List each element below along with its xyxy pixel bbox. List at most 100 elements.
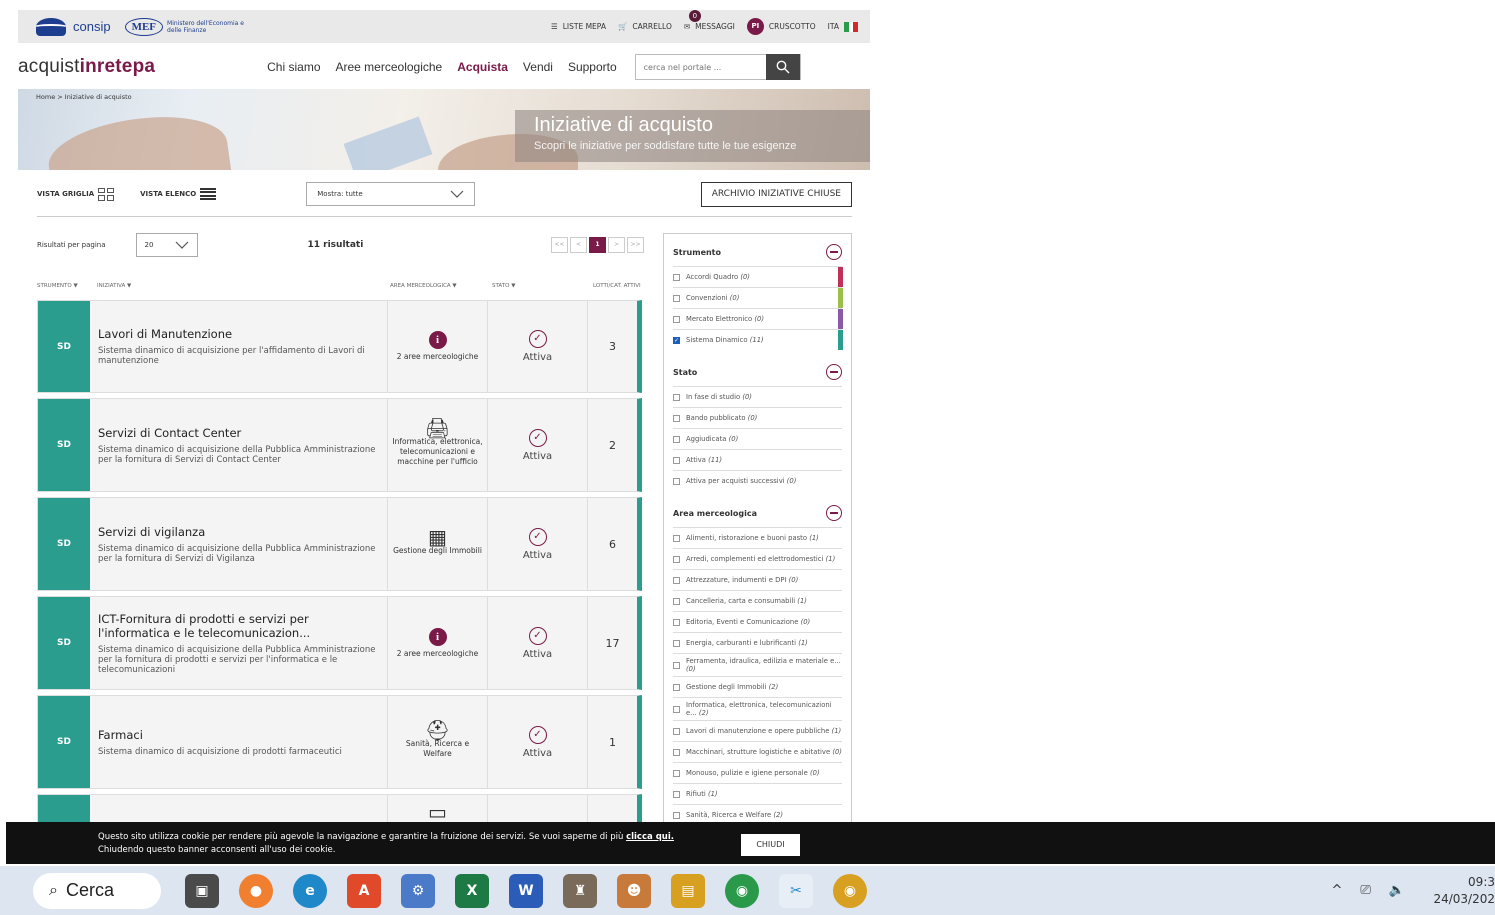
filter-checkbox[interactable]: [673, 534, 680, 542]
messaggi-link[interactable]: ✉ 0 MESSAGGI: [684, 10, 735, 31]
filter-checkbox[interactable]: [673, 618, 680, 626]
filter-checkbox[interactable]: [673, 456, 680, 464]
pager-prev[interactable]: <: [570, 237, 587, 253]
filter-checkbox[interactable]: [673, 414, 680, 422]
filter-checkbox[interactable]: [673, 748, 680, 756]
filter-item[interactable]: Mercato Elettronico (0): [673, 308, 843, 329]
filter-checkbox[interactable]: [673, 294, 680, 302]
filter-checkbox[interactable]: [673, 393, 680, 401]
filter-checkbox[interactable]: [673, 273, 680, 281]
word-icon[interactable]: W: [509, 873, 543, 908]
filter-item[interactable]: Gestione degli Immobili (2): [673, 676, 842, 697]
cookie-link[interactable]: clicca qui.: [626, 832, 674, 842]
filter-item[interactable]: Energia, carburanti e lubrificanti (1): [673, 632, 842, 653]
people-app-icon[interactable]: ☻: [617, 873, 651, 908]
firefox-icon[interactable]: ●: [239, 873, 273, 908]
archive-button[interactable]: ARCHIVIO INIZIATIVE CHIUSE: [700, 181, 852, 207]
filter-checkbox[interactable]: [673, 315, 680, 323]
graduate-app-icon[interactable]: ♜: [563, 873, 597, 908]
filter-checkbox[interactable]: [673, 705, 680, 713]
cruscotto-link[interactable]: PI CRUSCOTTO: [746, 18, 816, 35]
filter-item[interactable]: Convenzioni (0): [673, 287, 843, 308]
iniziativa-title[interactable]: Servizi di Contact Center: [98, 426, 379, 440]
filter-checkbox[interactable]: [673, 576, 680, 584]
filter-checkbox[interactable]: ✓: [673, 336, 680, 344]
filter-item[interactable]: Alimenti, ristorazione e buoni pasto (1): [673, 527, 842, 548]
filter-item[interactable]: Rifiuti (1): [673, 783, 842, 804]
language-selector[interactable]: ITA: [828, 21, 859, 32]
list-view-toggle[interactable]: VISTA ELENCO: [140, 187, 217, 201]
iniziativa-title[interactable]: Servizi di vigilanza: [98, 525, 379, 539]
pager-next[interactable]: >: [608, 237, 625, 253]
table-row[interactable]: SD Farmaci Sistema dinamico di acquisizi…: [37, 695, 642, 789]
iniziativa-title[interactable]: ICT-Fornitura di prodotti e servizi per …: [98, 612, 379, 640]
pager-last[interactable]: >>: [627, 237, 644, 253]
filter-item[interactable]: Ferramenta, idraulica, edilizia e materi…: [673, 653, 842, 676]
excel-icon[interactable]: X: [455, 873, 489, 908]
carrello-link[interactable]: 🛒 CARRELLO: [618, 22, 672, 31]
filter-checkbox[interactable]: [673, 727, 680, 735]
breadcrumb[interactable]: Home > Iniziative di acquisto: [36, 93, 132, 101]
settings-app-icon[interactable]: ⚙: [401, 873, 435, 908]
grid-view-toggle[interactable]: VISTA GRIGLIA: [37, 187, 115, 201]
table-row[interactable]: SD Servizi di vigilanza Sistema dinamico…: [37, 497, 642, 591]
volume-icon[interactable]: 🔈: [1389, 883, 1405, 898]
filter-item[interactable]: Attrezzature, indumenti e DPI (0): [673, 569, 842, 590]
liste-mepa-link[interactable]: ☰ LISTE MEPA: [551, 22, 606, 31]
filter-item[interactable]: Informatica, elettronica, telecomunicazi…: [673, 697, 842, 720]
nav-aree-merceologiche[interactable]: Aree merceologiche: [336, 60, 443, 74]
chrome-icon[interactable]: ◉: [725, 873, 759, 908]
collapse-icon[interactable]: [826, 364, 842, 380]
filter-item[interactable]: Editoria, Eventi e Comunicazione (0): [673, 611, 842, 632]
filter-item[interactable]: In fase di studio (0): [673, 386, 842, 407]
filter-checkbox[interactable]: [673, 661, 680, 669]
filter-checkbox[interactable]: [673, 811, 680, 819]
filter-item[interactable]: Aggiudicata (0): [673, 428, 842, 449]
filter-item[interactable]: Attiva per acquisti successivi (0): [673, 470, 842, 491]
package-app-icon[interactable]: ▤: [671, 873, 705, 908]
filter-checkbox[interactable]: [673, 597, 680, 605]
filter-item[interactable]: Attiva (11): [673, 449, 842, 470]
iniziativa-title[interactable]: Farmaci: [98, 728, 379, 742]
filter-item[interactable]: Lavori di manutenzione e opere pubbliche…: [673, 720, 842, 741]
filter-item[interactable]: ✓ Sistema Dinamico (11): [673, 329, 843, 350]
collapse-icon[interactable]: [826, 505, 842, 521]
col-stato[interactable]: STATO ▼: [492, 283, 515, 289]
nav-chi-siamo[interactable]: Chi siamo: [267, 60, 320, 74]
filter-checkbox[interactable]: [673, 683, 680, 691]
filter-checkbox[interactable]: [673, 555, 680, 563]
snipping-tool-icon[interactable]: ✂: [779, 873, 813, 908]
filter-item[interactable]: Macchinari, strutture logistiche e abita…: [673, 741, 842, 762]
col-strumento[interactable]: STRUMENTO ▼: [37, 283, 78, 289]
brand-logo[interactable]: acquistinretepa: [18, 56, 155, 78]
pager-current[interactable]: 1: [589, 237, 606, 253]
info-icon[interactable]: i: [428, 331, 447, 349]
consip-logo[interactable]: consip: [36, 17, 111, 36]
edge-icon[interactable]: e: [293, 873, 327, 908]
search-button[interactable]: [765, 54, 800, 80]
filter-checkbox[interactable]: [673, 477, 680, 485]
chrome-profile-icon[interactable]: ◉: [833, 873, 867, 908]
nav-supporto[interactable]: Supporto: [568, 60, 617, 74]
collapse-icon[interactable]: [826, 244, 842, 260]
filter-checkbox[interactable]: [673, 769, 680, 777]
filter-checkbox[interactable]: [673, 435, 680, 443]
filter-item[interactable]: Bando pubblicato (0): [673, 407, 842, 428]
clock[interactable]: 09:3 24/03/202: [1423, 874, 1495, 908]
info-icon[interactable]: i: [428, 627, 447, 646]
show-filter-select[interactable]: Mostra: tutte: [306, 182, 476, 206]
acrobat-icon[interactable]: A: [347, 873, 381, 908]
col-area[interactable]: AREA MERCEOLOGICA ▼: [390, 283, 457, 289]
filter-item[interactable]: Arredi, complementi ed elettrodomestici …: [673, 548, 842, 569]
filter-header[interactable]: Strumento: [673, 240, 842, 266]
filter-item[interactable]: Cancelleria, carta e consumabili (1): [673, 590, 842, 611]
filter-item[interactable]: Monouso, pulizie e igiene personale (0): [673, 762, 842, 783]
pager-first[interactable]: <<: [551, 237, 568, 253]
cookie-close-button[interactable]: CHIUDI: [741, 834, 800, 856]
table-row[interactable]: SD ICT-Fornitura di prodotti e servizi p…: [37, 596, 642, 690]
network-icon[interactable]: ⎚: [1360, 883, 1370, 898]
col-iniziativa[interactable]: INIZIATIVA ▼: [97, 283, 131, 289]
nav-vendi[interactable]: Vendi: [523, 60, 553, 74]
table-row[interactable]: SD Servizi di Contact Center Sistema din…: [37, 398, 642, 492]
per-page-select[interactable]: 20: [135, 233, 198, 257]
